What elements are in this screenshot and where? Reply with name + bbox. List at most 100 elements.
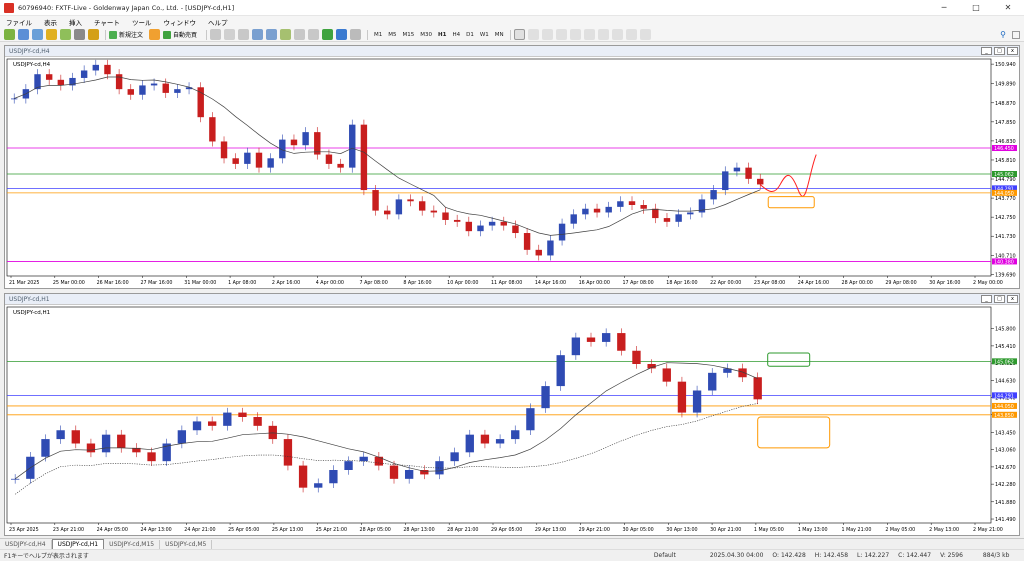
toolbar-separator	[367, 29, 369, 40]
chart-minimize-button[interactable]: _	[981, 47, 992, 55]
chart-maximize-button[interactable]: □	[994, 295, 1005, 303]
menu-help[interactable]: ヘルプ	[202, 17, 234, 27]
bar-chart-icon[interactable]	[210, 29, 222, 40]
crosshair-icon[interactable]	[527, 29, 539, 40]
minimize-button[interactable]: ─	[928, 3, 960, 12]
close-button[interactable]: ✕	[992, 3, 1024, 12]
timeframe-w1[interactable]: W1	[477, 32, 492, 38]
navigator-icon[interactable]	[60, 29, 71, 40]
zoom-out-icon[interactable]	[266, 29, 278, 40]
text-tool-icon[interactable]	[611, 29, 623, 40]
chart-shift-icon[interactable]	[308, 29, 320, 40]
candle-body	[628, 201, 636, 205]
menu-tools[interactable]: ツール	[126, 17, 158, 27]
price-tick-label: 148.870	[995, 101, 1016, 107]
templates-icon[interactable]	[350, 29, 362, 40]
candle-body	[523, 233, 531, 250]
candle-body	[147, 452, 156, 462]
auto-trade-button[interactable]: 自動売買	[163, 30, 197, 39]
chat-icon[interactable]	[1012, 30, 1020, 39]
zoom-in-icon[interactable]	[252, 29, 264, 40]
candle-body	[223, 412, 232, 426]
date-label: 23 Apr 2025	[9, 527, 39, 533]
price-chart-h1[interactable]: USDJPY-cd,H1145.800145.410145.020144.630…	[5, 305, 1019, 535]
timeframe-m5[interactable]: M5	[385, 32, 399, 38]
candle-body	[465, 221, 473, 232]
label-tool-icon[interactable]	[625, 29, 637, 40]
horizontal-line-icon[interactable]	[555, 29, 567, 40]
date-label: 22 Apr 00:00	[710, 280, 741, 286]
tab-usdjpy-m5[interactable]: USDJPY-cd,M5	[160, 540, 213, 549]
toolbar-separator	[206, 29, 208, 40]
date-label: 24 Apr 13:00	[140, 527, 171, 533]
market-watch-icon[interactable]	[32, 29, 43, 40]
menu-file[interactable]: ファイル	[0, 17, 38, 27]
candle-body	[582, 208, 589, 215]
new-chart-icon[interactable]	[4, 29, 15, 40]
timeframe-d1[interactable]: D1	[463, 32, 477, 38]
autoscroll-icon[interactable]	[294, 29, 306, 40]
candle-body	[526, 408, 535, 431]
metaeditor-icon[interactable]	[149, 29, 161, 40]
profiles-icon[interactable]	[18, 29, 29, 40]
candle-body	[733, 167, 741, 172]
timeframe-h4[interactable]: H4	[449, 32, 463, 38]
candle-body	[488, 221, 496, 226]
date-label: 28 Apr 13:00	[403, 527, 434, 533]
tile-windows-icon[interactable]	[280, 29, 292, 40]
maximize-button[interactable]: □	[960, 3, 992, 12]
timeframe-h1[interactable]: H1	[435, 32, 449, 38]
chart-window-h4[interactable]: USDJPY-cd,H4 _ □ x USDJPY-cd,H4 150.940 14…	[4, 45, 1020, 289]
candle-body	[632, 350, 641, 364]
fibonacci-icon[interactable]	[597, 29, 609, 40]
trendline-icon[interactable]	[569, 29, 581, 40]
tab-usdjpy-h4[interactable]: USDJPY-cd,H4	[0, 540, 52, 549]
periods-icon[interactable]	[336, 29, 348, 40]
symbol-label: USDJPY-cd,H1	[13, 310, 50, 316]
candle-body	[268, 425, 277, 440]
candle-body	[115, 74, 123, 90]
date-label: 28 Apr 05:00	[360, 527, 391, 533]
tab-usdjpy-h1[interactable]: USDJPY-cd,H1	[51, 539, 105, 549]
tab-usdjpy-m15[interactable]: USDJPY-cd,M15	[104, 540, 161, 549]
candle-body	[45, 74, 53, 80]
candle-body	[298, 465, 308, 488]
chart-window-h1[interactable]: USDJPY-cd,H1 _ □ x USDJPY-cd,H1 145.800 14…	[4, 293, 1020, 536]
timeframe-m1[interactable]: M1	[371, 32, 385, 38]
terminal-icon[interactable]	[74, 29, 85, 40]
candle-body	[687, 212, 694, 215]
candlestick-icon[interactable]	[224, 29, 236, 40]
price-tick-label: 145.410	[995, 344, 1016, 350]
date-label: 1 May 13:00	[798, 527, 828, 533]
timeframe-mn[interactable]: MN	[492, 32, 507, 38]
chart-close-button[interactable]: x	[1007, 295, 1018, 303]
search-icon[interactable]: ⚲	[1000, 30, 1006, 39]
candle-body	[710, 190, 717, 200]
arrows-icon[interactable]	[639, 29, 651, 40]
chart-maximize-button[interactable]: □	[994, 47, 1005, 55]
new-order-label: 新規注文	[119, 32, 144, 39]
indicators-icon[interactable]	[322, 29, 334, 40]
menu-window[interactable]: ウィンドウ	[157, 17, 202, 27]
channel-icon[interactable]	[583, 29, 595, 40]
chart-minimize-button[interactable]: _	[981, 295, 992, 303]
status-help: F1キーでヘルプが表示されます	[4, 553, 89, 560]
candle-body	[556, 355, 565, 387]
candle-body	[450, 452, 459, 462]
price-chart-h4[interactable]: USDJPY-cd,H4 150.940 149.890 148.870 147.850…	[5, 57, 1019, 288]
timeframe-m30[interactable]: M30	[417, 32, 435, 38]
candle-body	[359, 456, 368, 462]
menu-insert[interactable]: 挿入	[63, 17, 88, 27]
menu-chart[interactable]: チャート	[88, 17, 126, 27]
vertical-line-icon[interactable]	[541, 29, 553, 40]
cursor-icon[interactable]	[513, 29, 525, 40]
strategy-tester-icon[interactable]	[88, 29, 99, 40]
new-order-button[interactable]: 新規注文	[109, 30, 143, 39]
menu-view[interactable]: 表示	[38, 17, 63, 27]
chart-close-button[interactable]: x	[1007, 47, 1018, 55]
date-label: 24 Apr 05:00	[97, 527, 128, 533]
line-chart-icon[interactable]	[238, 29, 250, 40]
price-tick-label: 146.830	[995, 139, 1016, 145]
data-window-icon[interactable]	[46, 29, 57, 40]
timeframe-m15[interactable]: M15	[400, 32, 418, 38]
